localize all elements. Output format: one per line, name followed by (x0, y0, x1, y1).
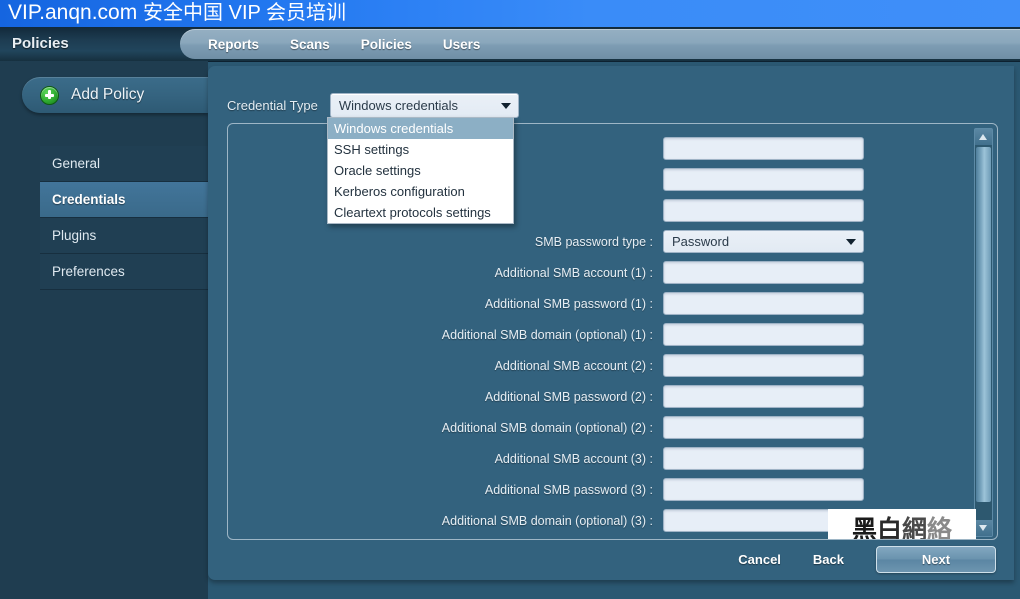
form-field-input[interactable] (663, 385, 864, 408)
cancel-button[interactable]: Cancel (738, 552, 781, 567)
plus-circle-icon (40, 85, 59, 105)
scroll-down-button[interactable] (975, 520, 992, 536)
credential-type-dropdown[interactable]: Windows credentials SSH settings Oracle se… (327, 117, 514, 224)
form-row: Additional SMB account (3) : (228, 443, 980, 474)
form-field-select[interactable]: Password (663, 230, 864, 253)
nav-items: Reports Scans Policies Users (208, 29, 480, 59)
form-field-input[interactable] (663, 354, 864, 377)
credential-type-select[interactable]: Windows credentials (329, 92, 519, 118)
form-field-label: Additional SMB password (2) : (484, 389, 653, 404)
navbar: Policies Reports Scans Policies Users (0, 27, 1020, 62)
dropdown-option[interactable]: Oracle settings (328, 160, 513, 181)
form-row: Additional SMB account (1) : (228, 257, 980, 288)
watermark-char-4: 絡 (927, 514, 953, 540)
form-field-label: Additional SMB domain (optional) (2) : (441, 420, 653, 435)
watermark-characters: 黑白網絡 (851, 514, 953, 540)
triangle-down-icon (979, 525, 987, 531)
credential-type-label: Credential Type (227, 97, 318, 113)
dropdown-option[interactable]: Cleartext protocols settings (328, 202, 513, 223)
form-field-label: Additional SMB domain (optional) (3) : (441, 513, 653, 528)
form-field-input[interactable] (663, 292, 864, 315)
form-field-label: Additional SMB domain (optional) (1) : (441, 327, 653, 342)
scroll-up-button[interactable] (975, 129, 992, 145)
form-row: Additional SMB domain (optional) (2) : (228, 412, 980, 443)
form-field-input[interactable] (663, 137, 864, 160)
form-field-input[interactable] (663, 261, 864, 284)
form-row: SMB password type : Password (228, 226, 980, 257)
dropdown-option[interactable]: Kerberos configuration (328, 181, 513, 202)
form-field-input[interactable] (663, 199, 864, 222)
back-button[interactable]: Back (813, 552, 844, 567)
add-policy-tab[interactable]: Add Policy (22, 77, 208, 113)
watermark-char-2: 白 (876, 514, 902, 540)
credential-type-row: Credential Type Windows credentials (227, 92, 519, 118)
chevron-down-icon (846, 239, 856, 245)
sidebar-item-general[interactable]: General (40, 146, 208, 182)
left-rail (0, 61, 208, 599)
scrollbar-thumb[interactable] (976, 147, 991, 502)
form-row: Additional SMB domain (optional) (1) : (228, 319, 980, 350)
sidebar-item-plugins[interactable]: Plugins (40, 218, 208, 254)
form-scrollbar[interactable] (974, 128, 993, 537)
form-row: Additional SMB password (2) : (228, 381, 980, 412)
form-field-label: Additional SMB account (3) : (494, 451, 653, 466)
form-field-label: Additional SMB password (1) : (484, 296, 653, 311)
next-button[interactable]: Next (876, 545, 996, 573)
watermark-char-3: 網 (902, 514, 928, 540)
nav-item-reports[interactable]: Reports (208, 37, 259, 52)
form-field-select-value: Password (672, 234, 730, 249)
titlebar-text: VIP.anqn.com 安全中国 VIP 会员培训 (8, 0, 346, 27)
form-field-input[interactable] (663, 447, 864, 470)
sidebar-item-preferences[interactable]: Preferences (40, 254, 208, 290)
form-field-label: Additional SMB password (3) : (484, 482, 653, 497)
sidebar-item-credentials[interactable]: Credentials (40, 182, 208, 218)
form-field-label: Additional SMB account (2) : (494, 358, 653, 373)
form-field-label: Additional SMB account (1) : (494, 265, 653, 280)
form-field-label: SMB password type : (534, 234, 653, 249)
form-field-input[interactable] (663, 168, 864, 191)
add-policy-label: Add Policy (71, 86, 145, 103)
titlebar-subtitle: 安全中国 VIP 会员培训 (143, 2, 347, 24)
form-row: Additional SMB account (2) : (228, 350, 980, 381)
nav-section-title: Policies (12, 35, 69, 52)
chevron-down-icon (500, 102, 511, 109)
titlebar-brand: VIP.anqn.com (8, 1, 138, 24)
watermark-logo: 黑白網絡 www.HeiBai.Net (828, 509, 976, 540)
sidebar: General Credentials Plugins Preferences (40, 146, 208, 290)
wizard-footer: Cancel Back Next (227, 544, 996, 574)
form-field-input[interactable] (663, 478, 864, 501)
titlebar: VIP.anqn.com 安全中国 VIP 会员培训 (0, 0, 1020, 28)
watermark-char-1: 黑 (851, 514, 877, 540)
nav-item-policies[interactable]: Policies (361, 37, 412, 52)
triangle-up-icon (979, 134, 987, 140)
application-window: VIP.anqn.com 安全中国 VIP 会员培训 Policies Repo… (0, 0, 1020, 599)
dropdown-option[interactable]: SSH settings (328, 139, 513, 160)
nav-item-users[interactable]: Users (443, 37, 481, 52)
form-field-input[interactable] (663, 323, 864, 346)
form-row: Additional SMB password (1) : (228, 288, 980, 319)
form-field-input[interactable] (663, 416, 864, 439)
credential-type-value: Windows credentials (338, 97, 459, 113)
nav-item-scans[interactable]: Scans (290, 37, 330, 52)
dropdown-option[interactable]: Windows credentials (328, 118, 513, 139)
form-row: Additional SMB password (3) : (228, 474, 980, 505)
